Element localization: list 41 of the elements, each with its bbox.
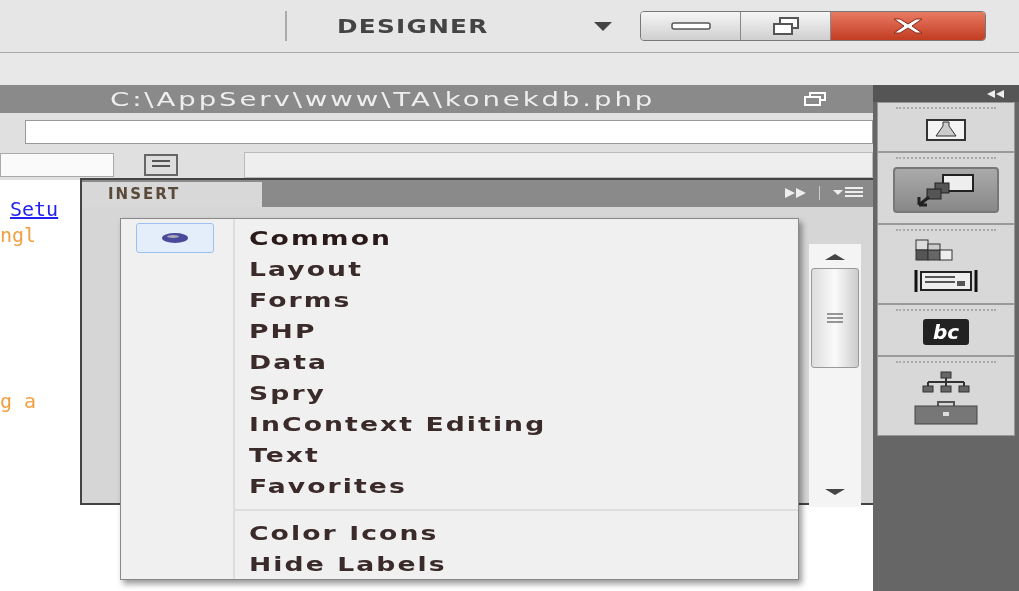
grip-icon: [825, 313, 845, 323]
code-text: g a: [0, 388, 37, 414]
menu-item[interactable]: PHP: [249, 320, 317, 343]
menu-item[interactable]: Spry: [249, 382, 327, 404]
restore-button[interactable]: [741, 12, 831, 40]
briefcase-icon[interactable]: [914, 401, 978, 425]
menu-item[interactable]: Color Icons: [249, 521, 439, 544]
minimize-icon: [670, 21, 711, 31]
flask-icon[interactable]: [926, 117, 966, 141]
menu-item[interactable]: Text: [249, 443, 320, 466]
scrollbar[interactable]: [809, 244, 861, 507]
collapse-icon[interactable]: [987, 89, 1005, 98]
workspace-label[interactable]: DESIGNER: [337, 15, 552, 37]
document-path: C:\AppServ\www\TA\konekdb.php: [110, 88, 657, 110]
insert-tab[interactable]: INSERT: [82, 182, 262, 207]
menu-item[interactable]: Forms: [249, 289, 352, 312]
scroll-up-icon[interactable]: [825, 252, 845, 260]
restore-icon: [770, 17, 801, 35]
restore-icon[interactable]: [803, 92, 827, 106]
menu-item[interactable]: Common: [249, 227, 393, 250]
scroll-thumb[interactable]: [811, 268, 859, 368]
close-button[interactable]: [831, 12, 985, 40]
options-menu-icon[interactable]: [819, 186, 863, 200]
panels-icon[interactable]: [893, 167, 999, 213]
menu-item[interactable]: Favorites: [249, 474, 407, 497]
scroll-down-icon[interactable]: [825, 489, 845, 497]
minimize-button[interactable]: [641, 12, 741, 40]
list-icon[interactable]: [144, 154, 178, 176]
menu-item[interactable]: InContext Editing: [249, 412, 547, 435]
address-field[interactable]: [25, 119, 873, 144]
expand-icon[interactable]: [785, 188, 807, 198]
toolbar-field[interactable]: [244, 152, 873, 178]
code-link[interactable]: Setu: [10, 196, 59, 222]
tree-icon[interactable]: [922, 371, 970, 393]
code-text: ngl: [0, 222, 37, 248]
logo-badge[interactable]: bc: [922, 319, 970, 345]
menu-item[interactable]: Layout: [249, 258, 363, 281]
frame-icon[interactable]: [913, 269, 979, 293]
menu-item[interactable]: Hide Labels: [249, 552, 447, 575]
caret-icon[interactable]: [594, 21, 612, 31]
menu-item[interactable]: Data: [249, 351, 329, 374]
